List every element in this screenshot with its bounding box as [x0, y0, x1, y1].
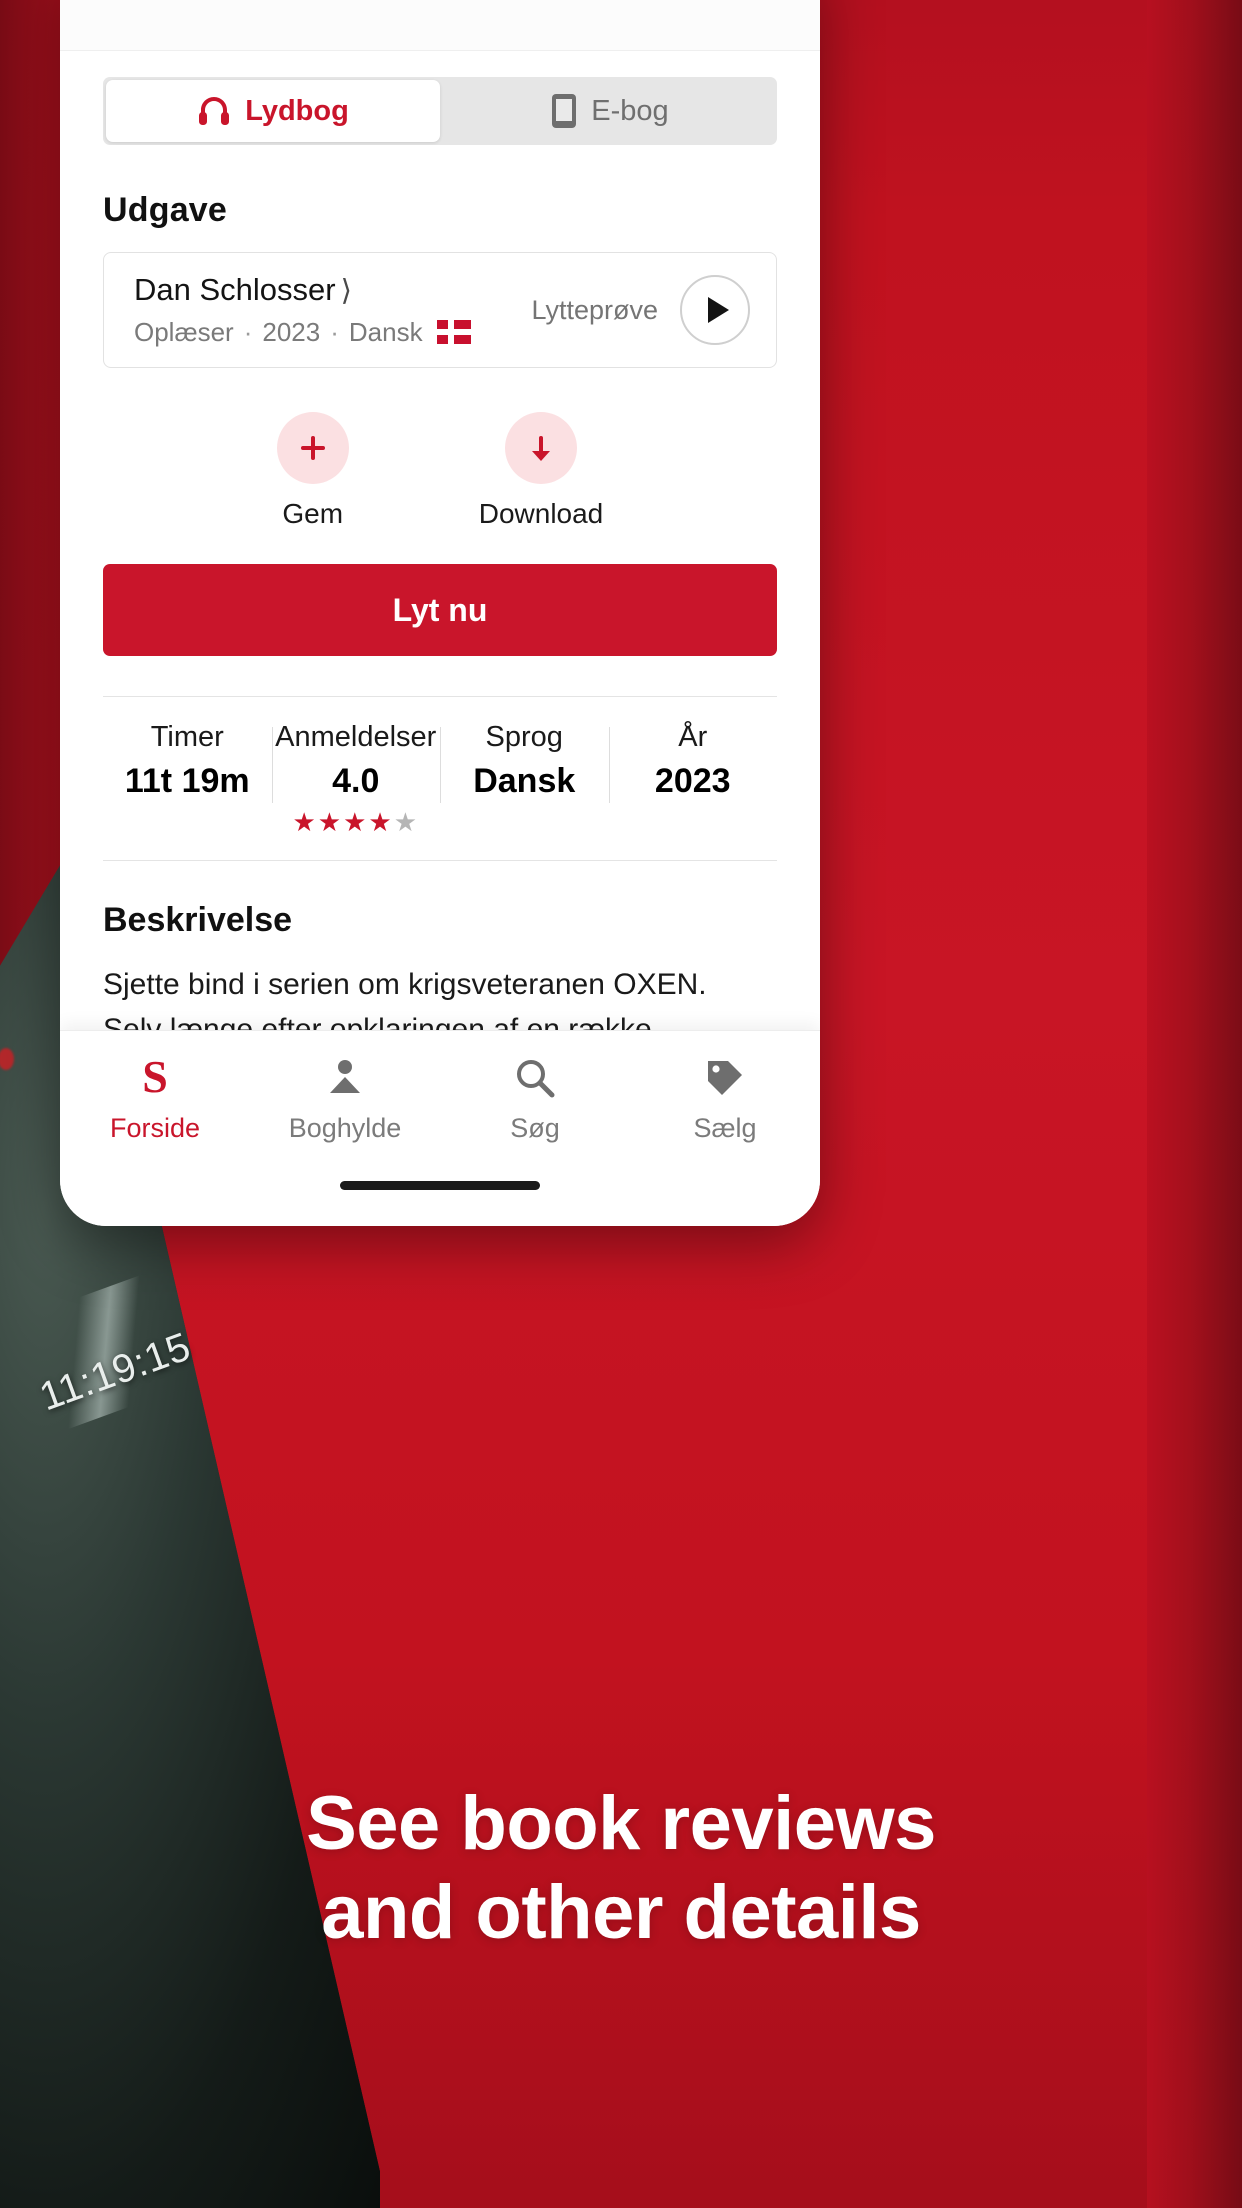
stat-year-value: 2023 — [654, 762, 731, 800]
home-indicator — [340, 1181, 540, 1190]
star-filled-icon: ★ — [368, 807, 394, 837]
app-content: 6 KRIMI POLITIKENS FORLAG Oxen⟩ — [60, 0, 820, 1052]
book-header-row: 6 KRIMI POLITIKENS FORLAG Oxen⟩ — [60, 0, 820, 51]
stat-hours-value: 11t 19m — [124, 762, 250, 800]
narrator-link[interactable]: Dan Schlosser ⟩ — [134, 272, 531, 308]
tab-ebog[interactable]: E-bog — [443, 77, 777, 145]
search-icon — [440, 1053, 630, 1103]
stat-hours-label: Timer — [150, 721, 224, 753]
nav-item-sog-label: Søg — [510, 1113, 560, 1143]
phone-icon — [551, 93, 577, 129]
edition-language: Dansk — [348, 316, 423, 347]
stat-year-label: År — [678, 721, 708, 753]
edition-year: 2023 — [262, 316, 321, 347]
tab-lydbog[interactable]: Lydbog — [106, 80, 440, 142]
nav-item-saelg-label: Sælg — [693, 1113, 757, 1143]
listen-now-button[interactable]: Lyt nu — [103, 564, 777, 656]
stat-language-label: Sprog — [485, 721, 563, 753]
nav-item-boghylde[interactable]: Boghylde — [250, 1053, 440, 1144]
nav-item-boghylde-label: Boghylde — [288, 1113, 402, 1143]
chevron-right-icon: ⟩ — [340, 275, 352, 308]
star-filled-icon: ★ — [343, 807, 369, 837]
star-filled-icon: ★ — [292, 807, 318, 837]
nav-item-forside-label: Forside — [109, 1113, 201, 1143]
action-buttons: Gem Download — [60, 412, 820, 530]
stat-year: År 2023 — [608, 721, 778, 838]
nav-item-saelg[interactable]: Sælg — [630, 1053, 820, 1144]
download-action[interactable]: Download — [478, 412, 604, 530]
stat-reviews[interactable]: Anmeldelser 4.0 ★★★★★ — [271, 721, 441, 838]
description-line-1: Sjette bind i serien om krigsveteranen O… — [103, 968, 707, 1001]
play-sample-button[interactable] — [680, 275, 750, 345]
description-title: Beskrivelse — [103, 901, 293, 939]
star-empty-icon: ★ — [393, 807, 420, 837]
download-arrow-icon — [505, 412, 577, 484]
series-title: Oxen — [370, 0, 454, 1]
promo-screenshot: 11:19:15 6 KRIMI POLITIKENS FORLAG Oxen⟩ — [0, 0, 1242, 2208]
headphones-icon — [197, 95, 231, 127]
play-icon — [707, 297, 729, 323]
app-screen: 6 KRIMI POLITIKENS FORLAG Oxen⟩ — [60, 0, 820, 1226]
bookshelf-icon — [250, 1053, 440, 1103]
save-action[interactable]: Gem — [276, 412, 349, 530]
stat-reviews-value: 4.0 — [332, 762, 380, 800]
save-action-label: Gem — [282, 498, 344, 529]
edition-section-title: Udgave — [103, 191, 228, 229]
denmark-flag-icon — [436, 320, 471, 345]
stat-language: Sprog Dansk — [440, 721, 609, 838]
stat-reviews-label: Anmeldelser — [275, 721, 437, 753]
tab-lydbog-label: Lydbog — [245, 94, 349, 127]
tab-ebog-label: E-bog — [591, 94, 669, 127]
stats-row: Timer 11t 19m Anmeldelser 4.0 ★★★★★ Spro… — [103, 696, 777, 861]
meta-separator: · — [330, 316, 339, 347]
promo-headline-line-2: and other details — [321, 1869, 921, 1955]
format-tab-group[interactable]: Lydbog E-bog — [103, 77, 777, 145]
nav-item-forside[interactable]: S Forside — [60, 1053, 250, 1144]
star-rating: ★★★★★ — [272, 807, 441, 838]
promo-headline-line-1: See book reviews — [306, 1781, 936, 1866]
edition-metadata: Oplæser · 2023 · Dansk — [134, 317, 531, 348]
stat-hours: Timer 11t 19m — [103, 721, 272, 838]
series-link[interactable]: Oxen⟩ — [370, 0, 474, 2]
saxo-s-icon: S — [60, 1053, 250, 1103]
svg-text:S: S — [142, 1054, 168, 1102]
download-action-label: Download — [478, 498, 604, 529]
nav-item-sog[interactable]: Søg — [440, 1053, 630, 1144]
narrator-role: Oplæser — [134, 316, 234, 347]
narrator-name: Dan Schlosser — [134, 272, 336, 308]
star-filled-icon: ★ — [317, 807, 344, 837]
edition-card[interactable]: Dan Schlosser ⟩ Oplæser · 2023 · Dansk Ly… — [103, 252, 777, 368]
bottom-navigation[interactable]: S Forside Boghylde Søg Sælg — [60, 1030, 820, 1226]
edition-info: Dan Schlosser ⟩ Oplæser · 2023 · Dansk — [134, 272, 531, 347]
plus-icon — [276, 412, 349, 484]
stat-language-value: Dansk — [473, 762, 576, 800]
meta-separator: · — [243, 316, 253, 347]
tag-icon — [630, 1053, 820, 1103]
sample-label: Lytteprøve — [531, 294, 658, 325]
promo-headline: See book reviews and other details — [0, 1780, 1242, 1958]
